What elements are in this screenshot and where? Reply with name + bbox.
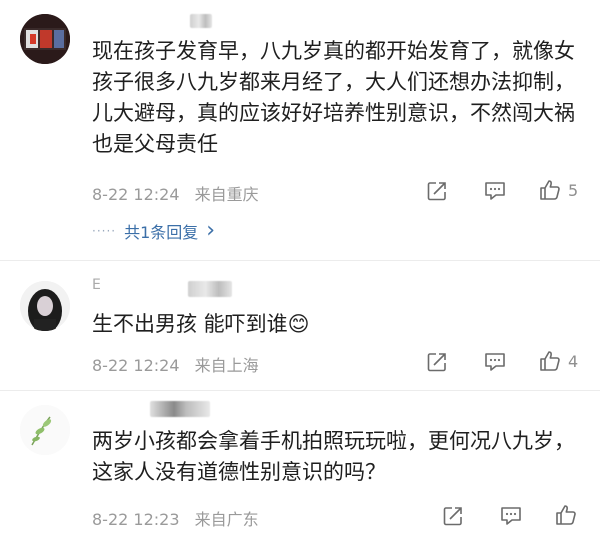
comment-text: 两岁小孩都会拿着手机拍照玩玩啦，更何况八九岁，这家人没有道德性别意识的吗？ xyxy=(92,429,575,484)
comment-icon xyxy=(485,182,505,200)
like-icon xyxy=(556,505,576,525)
comment-location: 来自上海 xyxy=(194,356,259,375)
comment-text: 现在孩子发育早，八九岁真的都开始发育了，就像女孩子很多八九岁都来月经了，大人们还… xyxy=(92,39,575,156)
reply-button[interactable] xyxy=(500,506,522,526)
comment-time: 8-22 12:24 xyxy=(92,356,180,375)
like-count: 4 xyxy=(568,351,579,371)
username[interactable]: E xyxy=(92,277,102,293)
share-button[interactable] xyxy=(426,180,448,202)
avatar-image xyxy=(20,14,70,64)
comment-text: 生不出男孩 能吓到谁😊 xyxy=(92,312,310,336)
chevron-right-icon: › xyxy=(206,218,216,243)
comment-item: E 生不出男孩 能吓到谁😊 8-22 12:24 来自上海 4 xyxy=(0,261,600,389)
avatar[interactable] xyxy=(20,405,70,455)
comment-location: 来自重庆 xyxy=(194,185,259,204)
reply-button[interactable] xyxy=(484,181,506,201)
share-icon xyxy=(443,507,462,526)
share-button[interactable] xyxy=(426,351,448,373)
comment-item: 两岁小孩都会拿着手机拍照玩玩啦，更何况八九岁，这家人没有道德性别意识的吗？ 8-… xyxy=(0,391,600,543)
reply-button[interactable] xyxy=(484,352,506,372)
like-button[interactable]: 5 xyxy=(538,178,578,202)
comment-time: 8-22 12:24 xyxy=(92,185,180,204)
reply-thread-dots: ····· xyxy=(92,224,117,238)
comment-meta: 8-22 12:24 来自上海 xyxy=(92,352,259,376)
comment-icon xyxy=(485,353,505,371)
share-icon xyxy=(427,182,446,201)
comment-meta: 8-22 12:23 来自广东 xyxy=(92,506,259,530)
username-redacted xyxy=(188,281,232,297)
view-replies-link[interactable]: ····· 共1条回复 › xyxy=(92,219,215,243)
comment-item: 现在孩子发育早，八九岁真的都开始发育了，就像女孩子很多八九岁都来月经了，大人们还… xyxy=(0,0,600,260)
like-count: 5 xyxy=(568,180,579,200)
like-icon xyxy=(540,351,560,371)
share-button[interactable] xyxy=(442,505,464,527)
avatar[interactable] xyxy=(20,14,70,64)
comment-meta: 8-22 12:24 来自重庆 xyxy=(92,181,259,205)
comment-time: 8-22 12:23 xyxy=(92,510,180,529)
avatar[interactable] xyxy=(20,281,70,331)
like-button[interactable] xyxy=(554,503,584,527)
comment-icon xyxy=(501,507,521,525)
avatar-image xyxy=(20,281,70,331)
comment-location: 来自广东 xyxy=(194,510,259,529)
username-redacted xyxy=(190,14,212,28)
share-icon xyxy=(427,353,446,372)
like-icon xyxy=(540,180,560,200)
like-button[interactable]: 4 xyxy=(538,349,578,373)
username-redacted xyxy=(150,401,210,417)
replies-count: 共1条回复 xyxy=(124,223,199,242)
avatar-image xyxy=(20,405,70,455)
